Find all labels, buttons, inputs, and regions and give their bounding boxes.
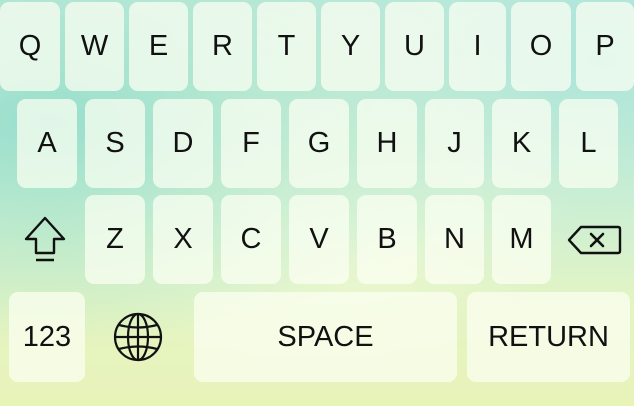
key-z[interactable]: Z	[85, 195, 145, 284]
key-label: W	[80, 30, 109, 62]
return-key[interactable]: RETURN	[467, 292, 630, 382]
key-label: E	[148, 30, 169, 62]
key-k[interactable]: K	[492, 99, 551, 188]
key-m[interactable]: M	[492, 195, 551, 284]
key-w[interactable]: W	[65, 2, 124, 91]
globe-icon	[112, 311, 164, 363]
return-key-label: RETURN	[488, 320, 609, 353]
key-label: R	[212, 30, 233, 62]
key-label: Y	[340, 30, 361, 62]
key-label: B	[377, 223, 397, 255]
space-key[interactable]: SPACE	[194, 292, 457, 382]
shift-key[interactable]	[10, 195, 80, 284]
key-label: T	[277, 30, 296, 62]
key-label: F	[242, 127, 260, 159]
key-label: S	[105, 127, 125, 159]
key-label: L	[580, 127, 597, 159]
shift-arrow-icon	[22, 215, 68, 265]
key-label: D	[172, 127, 194, 159]
numbers-key[interactable]: 123	[9, 292, 85, 382]
key-t[interactable]: T	[257, 2, 316, 91]
key-x[interactable]: X	[153, 195, 213, 284]
key-g[interactable]: G	[289, 99, 349, 188]
key-label: N	[444, 223, 465, 255]
key-label: O	[529, 30, 553, 62]
key-c[interactable]: C	[221, 195, 281, 284]
key-f[interactable]: F	[221, 99, 281, 188]
key-label: V	[309, 223, 329, 255]
key-u[interactable]: U	[385, 2, 444, 91]
key-label: K	[511, 127, 532, 159]
key-label: C	[240, 223, 262, 255]
key-y[interactable]: Y	[321, 2, 380, 91]
key-label: X	[173, 223, 193, 255]
key-a[interactable]: A	[17, 99, 77, 188]
keyboard: Q W E R T Y U I O P A S D F G H J K L Z …	[0, 0, 634, 406]
key-label: Z	[106, 223, 124, 255]
key-j[interactable]: J	[425, 99, 484, 188]
key-v[interactable]: V	[289, 195, 349, 284]
key-label: J	[447, 127, 462, 159]
key-l[interactable]: L	[559, 99, 618, 188]
key-label: M	[509, 223, 534, 255]
space-key-label: SPACE	[277, 320, 374, 353]
backspace-key[interactable]	[558, 195, 630, 284]
key-label: U	[404, 30, 425, 62]
key-h[interactable]: H	[357, 99, 417, 188]
globe-key[interactable]	[100, 292, 176, 382]
key-s[interactable]: S	[85, 99, 145, 188]
key-o[interactable]: O	[511, 2, 571, 91]
key-b[interactable]: B	[357, 195, 417, 284]
key-label: A	[37, 127, 57, 159]
backspace-icon	[566, 224, 622, 256]
key-n[interactable]: N	[425, 195, 484, 284]
key-label: P	[595, 30, 615, 62]
key-d[interactable]: D	[153, 99, 213, 188]
numbers-key-label: 123	[22, 320, 72, 353]
key-r[interactable]: R	[193, 2, 252, 91]
key-label: Q	[18, 30, 42, 62]
key-e[interactable]: E	[129, 2, 188, 91]
key-i[interactable]: I	[449, 2, 506, 91]
key-p[interactable]: P	[576, 2, 634, 91]
key-q[interactable]: Q	[0, 2, 60, 91]
key-label: H	[376, 127, 398, 159]
key-label: I	[473, 30, 482, 62]
key-label: G	[307, 127, 331, 159]
